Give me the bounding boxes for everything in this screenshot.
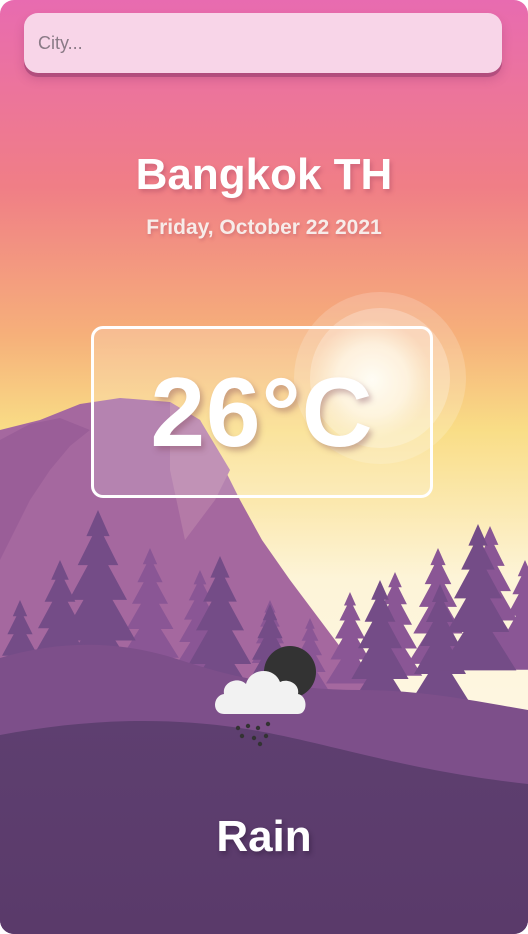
location-title: Bangkok TH xyxy=(135,150,393,199)
weather-app: Bangkok TH Friday, October 22 2021 26°C … xyxy=(0,0,528,934)
date-label: Friday, October 22 2021 xyxy=(146,216,382,239)
temperature-card: 26°C xyxy=(91,326,433,498)
temperature-value: 26°C xyxy=(150,356,374,467)
weather-condition: Rain xyxy=(216,812,312,861)
city-search-input[interactable] xyxy=(24,13,502,73)
rain-cloud-moon-icon xyxy=(215,646,316,747)
search-bar xyxy=(24,13,502,73)
